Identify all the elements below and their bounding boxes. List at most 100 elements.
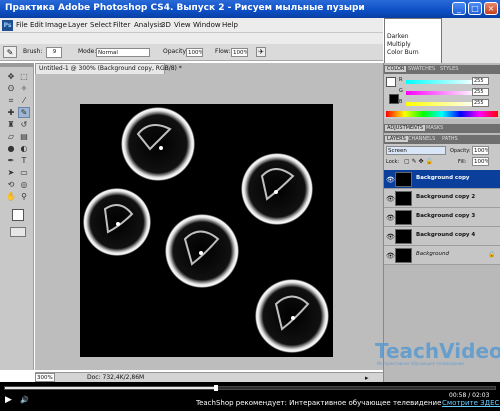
mode-select[interactable]: Normal bbox=[96, 48, 150, 57]
tab-color[interactable]: COLOR bbox=[385, 66, 407, 72]
layer-opacity-field[interactable]: 100% bbox=[472, 146, 489, 155]
layer-blend-mode-select[interactable]: Screen bbox=[386, 146, 446, 155]
menu-3d[interactable]: 3D bbox=[161, 21, 171, 29]
layer-thumbnail bbox=[395, 229, 412, 244]
blue-slider[interactable] bbox=[406, 102, 476, 106]
tab-swatches[interactable]: SWATCHES bbox=[406, 66, 437, 72]
quick-mask-icon[interactable] bbox=[10, 227, 26, 237]
layer-thumbnail bbox=[395, 172, 412, 187]
adjustments-panel-tabs: ADJUSTMENTS MASKS bbox=[384, 124, 500, 133]
zoom-level-field[interactable]: 300% bbox=[35, 373, 55, 382]
tab-adjustments[interactable]: ADJUSTMENTS bbox=[385, 125, 426, 131]
fill-label: Fill: bbox=[458, 159, 467, 165]
tab-styles[interactable]: STYLES bbox=[438, 66, 460, 72]
shape-tool-icon[interactable]: ▭ bbox=[18, 167, 30, 178]
menu-window[interactable]: Window bbox=[193, 21, 221, 29]
blend-option-multiply[interactable]: Multiply bbox=[385, 41, 441, 49]
eyedropper-tool-icon[interactable]: ⁄ bbox=[18, 95, 30, 106]
opacity-field[interactable]: 100% bbox=[186, 48, 203, 57]
layer-name: Background copy 3 bbox=[416, 213, 476, 219]
eye-icon[interactable]: 👁 bbox=[386, 252, 395, 260]
layer-row[interactable]: 👁 Background 🔒 bbox=[384, 246, 500, 265]
3d-rotate-tool-icon[interactable]: ⟲ bbox=[5, 179, 17, 190]
lasso-tool-icon[interactable]: ʘ bbox=[5, 83, 17, 94]
eraser-tool-icon[interactable]: ▱ bbox=[5, 131, 17, 142]
healing-brush-tool-icon[interactable]: ✚ bbox=[5, 107, 17, 118]
options-bar: ✎ Brush: 9 Mode: Normal Opacity: 100% Fl… bbox=[0, 44, 383, 61]
toolbox-grip[interactable] bbox=[0, 63, 34, 67]
brush-tool-preset-icon[interactable]: ✎ bbox=[3, 46, 17, 58]
volume-icon[interactable]: 🔊 bbox=[20, 396, 29, 404]
tab-channels[interactable]: CHANNELS bbox=[406, 136, 437, 142]
menu-select[interactable]: Select bbox=[90, 21, 112, 29]
3d-camera-tool-icon[interactable]: ◎ bbox=[18, 179, 30, 190]
status-scroll-right-icon[interactable]: ▸ bbox=[365, 374, 369, 382]
brush-size-picker[interactable]: 9 bbox=[46, 47, 62, 58]
type-tool-icon[interactable]: T bbox=[18, 155, 30, 166]
eye-icon[interactable]: 👁 bbox=[386, 233, 395, 241]
menu-layer[interactable]: Layer bbox=[68, 21, 88, 29]
layer-row[interactable]: 👁 Background copy bbox=[384, 170, 500, 189]
tab-masks[interactable]: MASKS bbox=[424, 125, 445, 131]
hand-tool-icon[interactable]: ✋ bbox=[5, 191, 17, 202]
menu-image[interactable]: Image bbox=[45, 21, 67, 29]
blend-option-darken[interactable]: Darken bbox=[385, 33, 441, 41]
promo-link[interactable]: Смотрите ЗДЕСЬ bbox=[442, 399, 500, 407]
quick-select-tool-icon[interactable]: ✧ bbox=[18, 83, 30, 94]
menu-edit[interactable]: Edit bbox=[30, 21, 44, 29]
layer-row[interactable]: 👁 Background copy 3 bbox=[384, 208, 500, 227]
maximize-button[interactable]: □ bbox=[468, 2, 482, 15]
play-icon[interactable]: ▶ bbox=[5, 395, 12, 405]
dodge-tool-icon[interactable]: ◐ bbox=[18, 143, 30, 154]
background-color-preview[interactable] bbox=[389, 94, 399, 104]
seek-bar[interactable] bbox=[4, 385, 496, 391]
close-button[interactable]: × bbox=[484, 2, 498, 15]
seek-handle[interactable] bbox=[213, 385, 218, 391]
history-brush-tool-icon[interactable]: ↺ bbox=[18, 119, 30, 130]
menu-help[interactable]: Help bbox=[222, 21, 238, 29]
zoom-tool-icon[interactable]: ⚲ bbox=[18, 191, 30, 202]
brush-tool-icon[interactable]: ✎ bbox=[18, 107, 30, 118]
tab-layers[interactable]: LAYERS bbox=[385, 136, 408, 142]
layers-panel-tabs: LAYERS CHANNELS PATHS bbox=[384, 135, 500, 144]
green-slider[interactable] bbox=[406, 91, 476, 95]
layer-row[interactable]: 👁 Background copy 2 bbox=[384, 189, 500, 208]
foreground-color-swatch[interactable] bbox=[12, 209, 24, 221]
canvas[interactable] bbox=[80, 104, 333, 357]
eye-icon[interactable]: 👁 bbox=[386, 214, 395, 222]
menu-file[interactable]: File bbox=[16, 21, 28, 29]
document-tab[interactable]: Untitled-1 @ 300% (Background copy, RGB/… bbox=[35, 63, 182, 74]
red-value-field[interactable]: 255 bbox=[472, 77, 489, 85]
eye-icon[interactable]: 👁 bbox=[386, 176, 395, 184]
fill-field[interactable]: 100% bbox=[472, 157, 489, 166]
bubble bbox=[241, 153, 313, 225]
blue-value-field[interactable]: 255 bbox=[472, 99, 489, 107]
blur-tool-icon[interactable]: ● bbox=[5, 143, 17, 154]
layers-panel-options: Screen Opacity: 100% Lock: ▢ ✎ ✥ 🔒 Fill:… bbox=[384, 144, 500, 170]
flow-field[interactable]: 100% bbox=[231, 48, 248, 57]
menu-view[interactable]: View bbox=[174, 21, 191, 29]
airbrush-icon[interactable]: ✈ bbox=[256, 47, 266, 57]
layer-name: Background copy 4 bbox=[416, 232, 476, 238]
layer-row[interactable]: 👁 Background copy 4 bbox=[384, 227, 500, 246]
path-selection-tool-icon[interactable]: ➤ bbox=[5, 167, 17, 178]
menu-filter[interactable]: Filter bbox=[113, 21, 130, 29]
minimize-button[interactable]: _ bbox=[452, 2, 466, 15]
color-ramp[interactable] bbox=[386, 111, 498, 117]
green-value-field[interactable]: 255 bbox=[472, 88, 489, 96]
clone-stamp-tool-icon[interactable]: ♜ bbox=[5, 119, 17, 130]
lock-icons[interactable]: ▢ ✎ ✥ 🔒 bbox=[404, 158, 433, 165]
move-tool-icon[interactable]: ✥ bbox=[5, 71, 17, 82]
crop-tool-icon[interactable]: ⌗ bbox=[5, 95, 17, 106]
marquee-tool-icon[interactable]: ⬚ bbox=[18, 71, 30, 82]
tab-paths[interactable]: PATHS bbox=[440, 136, 460, 142]
toolbox: ✥ ⬚ ʘ ✧ ⌗ ⁄ ✚ ✎ ♜ ↺ ▱ ▤ ● ◐ ✒ T ➤ ▭ ⟲ ◎ … bbox=[0, 63, 34, 370]
menu-analysis[interactable]: Analysis bbox=[134, 21, 163, 29]
gradient-tool-icon[interactable]: ▤ bbox=[18, 131, 30, 142]
foreground-color-preview[interactable] bbox=[386, 77, 396, 87]
pen-tool-icon[interactable]: ✒ bbox=[5, 155, 17, 166]
layer-thumbnail bbox=[395, 191, 412, 206]
blend-option-color-burn[interactable]: Color Burn bbox=[385, 49, 441, 57]
eye-icon[interactable]: 👁 bbox=[386, 195, 395, 203]
red-slider[interactable] bbox=[406, 80, 476, 84]
